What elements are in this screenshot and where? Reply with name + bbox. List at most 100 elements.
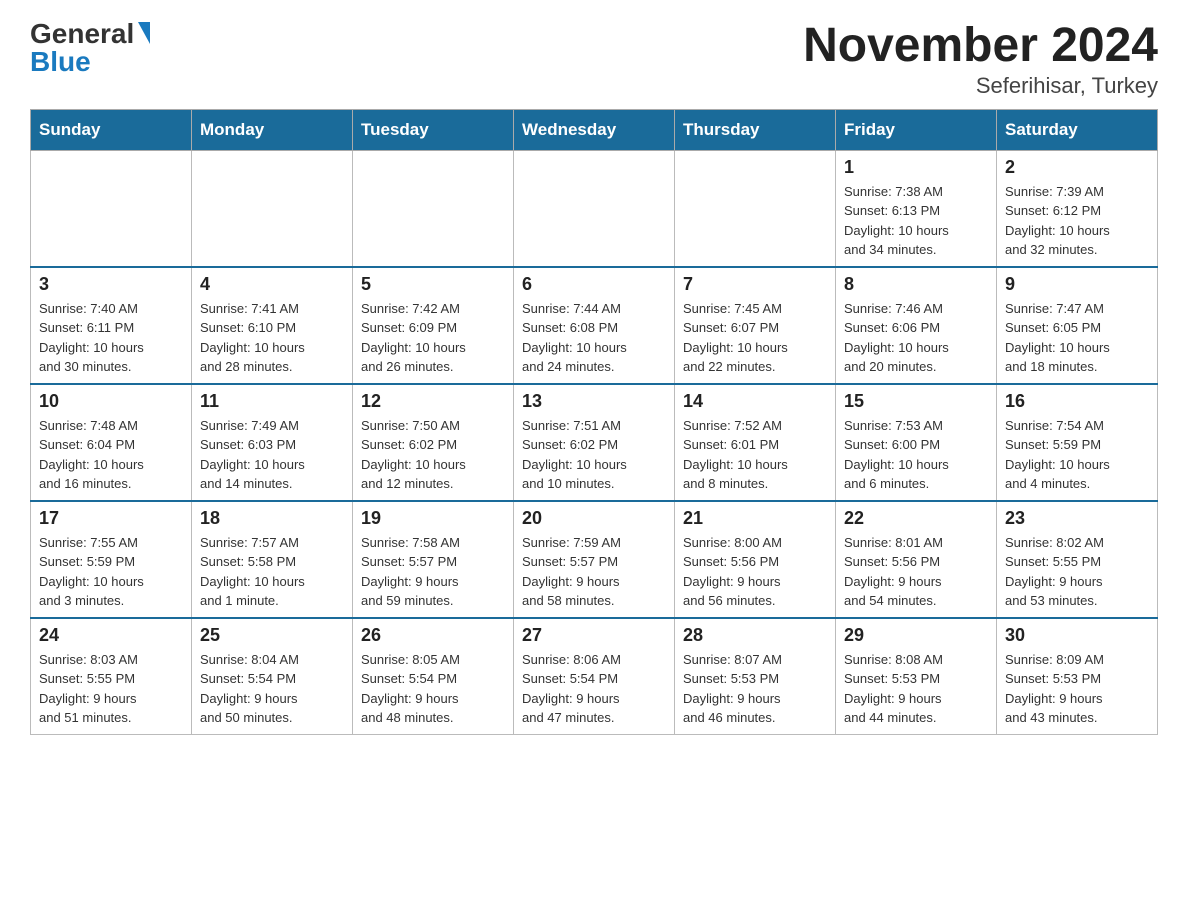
day-number: 29 bbox=[844, 625, 988, 646]
table-row: 3Sunrise: 7:40 AM Sunset: 6:11 PM Daylig… bbox=[31, 267, 192, 384]
day-number: 13 bbox=[522, 391, 666, 412]
day-number: 1 bbox=[844, 157, 988, 178]
table-row: 14 Sunrise: 7:52 AM Sunset: 6:01 PM Dayli… bbox=[675, 384, 836, 501]
table-row: 20 Sunrise: 7:59 AM Sunset: 5:57 PM Dayli… bbox=[514, 501, 675, 618]
day-info: Sunrise: 7:40 AM Sunset: 6:11 PM Dayligh… bbox=[39, 299, 183, 377]
table-row: 7Sunrise: 7:45 AM Sunset: 6:07 PM Daylig… bbox=[675, 267, 836, 384]
day-info: Sunrise: 7:46 AM Sunset: 6:06 PM Dayligh… bbox=[844, 299, 988, 377]
day-info: Sunrise: 7:38 AM Sunset: 6:13 PM Dayligh… bbox=[844, 182, 988, 260]
table-row: 11 Sunrise: 7:49 AM Sunset: 6:03 PM Dayli… bbox=[192, 384, 353, 501]
table-row: 12 Sunrise: 7:50 AM Sunset: 6:02 PM Dayli… bbox=[353, 384, 514, 501]
calendar-week-row: 1 Sunrise: 7:38 AM Sunset: 6:13 PM Daylig… bbox=[31, 150, 1158, 267]
calendar-week-row: 10 Sunrise: 7:48 AM Sunset: 6:04 PM Dayli… bbox=[31, 384, 1158, 501]
table-row: 16Sunrise: 7:54 AM Sunset: 5:59 PM Dayli… bbox=[997, 384, 1158, 501]
day-info: Sunrise: 7:59 AM Sunset: 5:57 PM Dayligh… bbox=[522, 533, 666, 611]
day-info: Sunrise: 7:41 AM Sunset: 6:10 PM Dayligh… bbox=[200, 299, 344, 377]
day-number: 11 bbox=[200, 391, 344, 412]
day-number: 20 bbox=[522, 508, 666, 529]
day-info: Sunrise: 7:52 AM Sunset: 6:01 PM Dayligh… bbox=[683, 416, 827, 494]
day-info: Sunrise: 7:42 AM Sunset: 6:09 PM Dayligh… bbox=[361, 299, 505, 377]
table-row: 4 Sunrise: 7:41 AM Sunset: 6:10 PM Daylig… bbox=[192, 267, 353, 384]
day-number: 16 bbox=[1005, 391, 1149, 412]
day-number: 15 bbox=[844, 391, 988, 412]
header-thursday: Thursday bbox=[675, 109, 836, 150]
day-number: 6 bbox=[522, 274, 666, 295]
table-row bbox=[192, 150, 353, 267]
table-row: 17Sunrise: 7:55 AM Sunset: 5:59 PM Dayli… bbox=[31, 501, 192, 618]
day-info: Sunrise: 7:48 AM Sunset: 6:04 PM Dayligh… bbox=[39, 416, 183, 494]
day-number: 26 bbox=[361, 625, 505, 646]
day-number: 5 bbox=[361, 274, 505, 295]
page-header: General Blue November 2024 Seferihisar, … bbox=[30, 20, 1158, 99]
day-number: 25 bbox=[200, 625, 344, 646]
day-info: Sunrise: 7:50 AM Sunset: 6:02 PM Dayligh… bbox=[361, 416, 505, 494]
table-row: 30Sunrise: 8:09 AM Sunset: 5:53 PM Dayli… bbox=[997, 618, 1158, 735]
day-number: 4 bbox=[200, 274, 344, 295]
day-number: 14 bbox=[683, 391, 827, 412]
day-number: 22 bbox=[844, 508, 988, 529]
day-number: 12 bbox=[361, 391, 505, 412]
title-block: November 2024 Seferihisar, Turkey bbox=[803, 20, 1158, 99]
header-sunday: Sunday bbox=[31, 109, 192, 150]
day-number: 9 bbox=[1005, 274, 1149, 295]
day-info: Sunrise: 8:00 AM Sunset: 5:56 PM Dayligh… bbox=[683, 533, 827, 611]
table-row: 1 Sunrise: 7:38 AM Sunset: 6:13 PM Daylig… bbox=[836, 150, 997, 267]
day-number: 10 bbox=[39, 391, 183, 412]
day-info: Sunrise: 7:45 AM Sunset: 6:07 PM Dayligh… bbox=[683, 299, 827, 377]
day-info: Sunrise: 8:07 AM Sunset: 5:53 PM Dayligh… bbox=[683, 650, 827, 728]
table-row: 21 Sunrise: 8:00 AM Sunset: 5:56 PM Dayli… bbox=[675, 501, 836, 618]
calendar-title: November 2024 bbox=[803, 20, 1158, 73]
table-row: 10 Sunrise: 7:48 AM Sunset: 6:04 PM Dayli… bbox=[31, 384, 192, 501]
day-info: Sunrise: 7:57 AM Sunset: 5:58 PM Dayligh… bbox=[200, 533, 344, 611]
table-row: 15 Sunrise: 7:53 AM Sunset: 6:00 PM Dayli… bbox=[836, 384, 997, 501]
table-row: 23 Sunrise: 8:02 AM Sunset: 5:55 PM Dayli… bbox=[997, 501, 1158, 618]
header-wednesday: Wednesday bbox=[514, 109, 675, 150]
day-number: 21 bbox=[683, 508, 827, 529]
day-number: 8 bbox=[844, 274, 988, 295]
table-row bbox=[675, 150, 836, 267]
calendar-week-row: 17Sunrise: 7:55 AM Sunset: 5:59 PM Dayli… bbox=[31, 501, 1158, 618]
day-info: Sunrise: 7:44 AM Sunset: 6:08 PM Dayligh… bbox=[522, 299, 666, 377]
table-row bbox=[31, 150, 192, 267]
day-number: 18 bbox=[200, 508, 344, 529]
table-row: 19 Sunrise: 7:58 AM Sunset: 5:57 PM Dayli… bbox=[353, 501, 514, 618]
table-row: 25 Sunrise: 8:04 AM Sunset: 5:54 PM Dayli… bbox=[192, 618, 353, 735]
day-number: 28 bbox=[683, 625, 827, 646]
table-row: 29 Sunrise: 8:08 AM Sunset: 5:53 PM Dayli… bbox=[836, 618, 997, 735]
day-info: Sunrise: 8:02 AM Sunset: 5:55 PM Dayligh… bbox=[1005, 533, 1149, 611]
table-row: 13Sunrise: 7:51 AM Sunset: 6:02 PM Dayli… bbox=[514, 384, 675, 501]
table-row: 18 Sunrise: 7:57 AM Sunset: 5:58 PM Dayli… bbox=[192, 501, 353, 618]
day-info: Sunrise: 7:49 AM Sunset: 6:03 PM Dayligh… bbox=[200, 416, 344, 494]
day-number: 30 bbox=[1005, 625, 1149, 646]
day-info: Sunrise: 7:53 AM Sunset: 6:00 PM Dayligh… bbox=[844, 416, 988, 494]
header-monday: Monday bbox=[192, 109, 353, 150]
day-info: Sunrise: 7:58 AM Sunset: 5:57 PM Dayligh… bbox=[361, 533, 505, 611]
day-number: 23 bbox=[1005, 508, 1149, 529]
logo-general-text: General bbox=[30, 20, 134, 48]
day-info: Sunrise: 8:04 AM Sunset: 5:54 PM Dayligh… bbox=[200, 650, 344, 728]
logo: General Blue bbox=[30, 20, 150, 76]
table-row: 28 Sunrise: 8:07 AM Sunset: 5:53 PM Dayli… bbox=[675, 618, 836, 735]
day-number: 27 bbox=[522, 625, 666, 646]
table-row bbox=[353, 150, 514, 267]
header-saturday: Saturday bbox=[997, 109, 1158, 150]
table-row: 5 Sunrise: 7:42 AM Sunset: 6:09 PM Daylig… bbox=[353, 267, 514, 384]
table-row: 27 Sunrise: 8:06 AM Sunset: 5:54 PM Dayli… bbox=[514, 618, 675, 735]
day-info: Sunrise: 7:47 AM Sunset: 6:05 PM Dayligh… bbox=[1005, 299, 1149, 377]
day-info: Sunrise: 8:06 AM Sunset: 5:54 PM Dayligh… bbox=[522, 650, 666, 728]
table-row: 22 Sunrise: 8:01 AM Sunset: 5:56 PM Dayli… bbox=[836, 501, 997, 618]
table-row: 26Sunrise: 8:05 AM Sunset: 5:54 PM Dayli… bbox=[353, 618, 514, 735]
logo-blue-text: Blue bbox=[30, 48, 91, 76]
table-row: 6 Sunrise: 7:44 AM Sunset: 6:08 PM Daylig… bbox=[514, 267, 675, 384]
day-number: 2 bbox=[1005, 157, 1149, 178]
header-friday: Friday bbox=[836, 109, 997, 150]
day-info: Sunrise: 7:39 AM Sunset: 6:12 PM Dayligh… bbox=[1005, 182, 1149, 260]
calendar-week-row: 24Sunrise: 8:03 AM Sunset: 5:55 PM Dayli… bbox=[31, 618, 1158, 735]
day-info: Sunrise: 7:55 AM Sunset: 5:59 PM Dayligh… bbox=[39, 533, 183, 611]
table-row: 8 Sunrise: 7:46 AM Sunset: 6:06 PM Daylig… bbox=[836, 267, 997, 384]
day-info: Sunrise: 8:01 AM Sunset: 5:56 PM Dayligh… bbox=[844, 533, 988, 611]
day-number: 19 bbox=[361, 508, 505, 529]
day-number: 24 bbox=[39, 625, 183, 646]
day-info: Sunrise: 8:08 AM Sunset: 5:53 PM Dayligh… bbox=[844, 650, 988, 728]
table-row: 2 Sunrise: 7:39 AM Sunset: 6:12 PM Daylig… bbox=[997, 150, 1158, 267]
